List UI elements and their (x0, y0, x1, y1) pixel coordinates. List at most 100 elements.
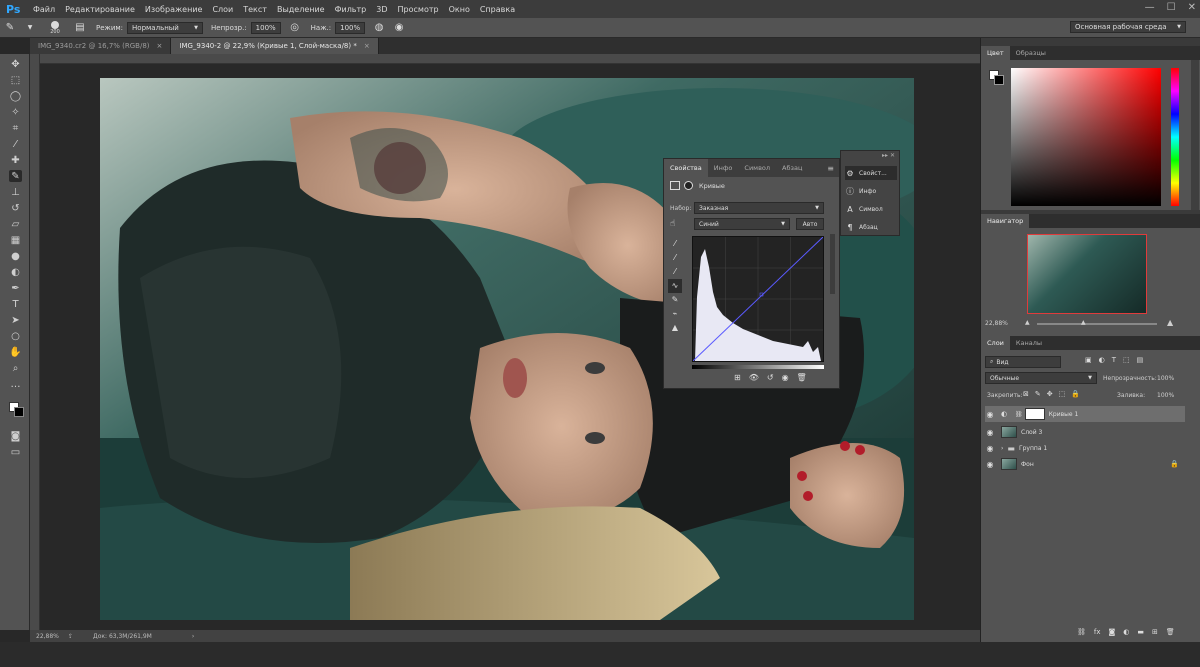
stamp-tool-icon[interactable]: ⊥ (9, 186, 22, 198)
visibility-eye-icon[interactable]: ◉ (985, 460, 995, 469)
color-scrollbar[interactable] (1191, 60, 1199, 210)
navigator-preview[interactable] (1027, 234, 1147, 314)
trash-icon[interactable]: 🗑 (1166, 628, 1175, 636)
tab-layers[interactable]: Слои (981, 336, 1010, 350)
clip-to-layer-icon[interactable]: ⊞ (734, 373, 741, 382)
auto-button[interactable]: Авто (796, 218, 824, 230)
adjustment-filter-icon[interactable]: ◐ (1099, 356, 1105, 364)
visibility-eye-icon[interactable]: ◉ (985, 444, 995, 453)
layer-mask-thumb[interactable] (1024, 408, 1045, 420)
fx-icon[interactable]: fx (1094, 628, 1101, 636)
brush-preset-picker[interactable]: 200 (44, 20, 66, 35)
chevron-down-icon[interactable]: ▼ (24, 22, 36, 34)
type-tool-icon[interactable]: T (9, 298, 22, 310)
bg-color[interactable] (994, 75, 1004, 85)
move-tool-icon[interactable]: ✥ (9, 58, 22, 70)
tab-properties[interactable]: Свойства (664, 159, 708, 177)
quick-mask-icon[interactable]: ◙ (9, 430, 22, 442)
status-menu-icon[interactable]: › (192, 633, 194, 640)
zoom-slider[interactable] (1037, 323, 1157, 325)
layer-row[interactable]: ◉ ◐ ⛓ Кривые 1 (985, 406, 1185, 422)
shape-filter-icon[interactable]: ⬚ (1123, 356, 1130, 364)
new-group-icon[interactable]: ▬ (1137, 628, 1144, 636)
menu-layers[interactable]: Слои (207, 5, 238, 14)
path-select-tool-icon[interactable]: ➤ (9, 314, 22, 326)
tab-swatches[interactable]: Образцы (1010, 46, 1052, 60)
blend-mode-select[interactable]: Обычные ▼ (985, 372, 1097, 384)
layer-opacity-value[interactable]: 100% (1157, 375, 1174, 382)
menu-window[interactable]: Окно (444, 5, 475, 14)
adjustment-layer-icon[interactable]: ◐ (1123, 628, 1129, 636)
lock-pixels-icon[interactable]: ⊠ (1023, 390, 1029, 398)
lock-paint-icon[interactable]: ✎ (1035, 390, 1041, 398)
lock-position-icon[interactable]: ✥ (1047, 390, 1053, 398)
quick-select-tool-icon[interactable]: ✧ (9, 106, 22, 118)
zoom-out-icon[interactable]: ▲ (1025, 319, 1030, 326)
brush-panel-icon[interactable]: ▤ (74, 22, 86, 34)
tab-paragraph[interactable]: Абзац (776, 159, 808, 177)
zoom-in-icon[interactable]: ▲ (1167, 318, 1173, 327)
visibility-eye-icon[interactable]: ◉ (985, 428, 995, 437)
menu-edit[interactable]: Редактирование (60, 5, 140, 14)
menu-view[interactable]: Просмотр (393, 5, 444, 14)
gray-point-eyedropper-icon[interactable]: ⁄ (668, 251, 682, 265)
doc-tab-1[interactable]: IMG_9340.cr2 @ 16,7% (RGB/8) × (30, 38, 172, 54)
menu-type[interactable]: Текст (238, 5, 272, 14)
delete-icon[interactable]: 🗑 (797, 373, 807, 382)
tab-navigator[interactable]: Навигатор (981, 214, 1030, 228)
mode-select[interactable]: Нормальный ▼ (127, 21, 204, 34)
pencil-tool-icon[interactable]: ✎ (668, 293, 682, 307)
screen-mode-icon[interactable]: ▭ (9, 446, 22, 458)
lock-artboard-icon[interactable]: ⬚ (1059, 390, 1066, 398)
clipping-warning-icon[interactable]: ▲ (668, 321, 682, 335)
curves-graph[interactable] (692, 236, 824, 362)
add-mask-icon[interactable]: ◙ (1109, 628, 1116, 636)
blur-tool-icon[interactable]: ● (9, 250, 22, 262)
zoom-slider-thumb[interactable]: ▲ (1081, 319, 1086, 326)
properties-scrollbar[interactable] (830, 234, 835, 294)
type-filter-icon[interactable]: T (1112, 356, 1116, 364)
view-previous-icon[interactable]: 👁 (749, 373, 759, 382)
smooth-icon[interactable]: ⌁ (668, 307, 682, 321)
menu-image[interactable]: Изображение (140, 5, 208, 14)
visibility-icon[interactable]: ◉ (782, 373, 789, 382)
menu-file[interactable]: Файл (28, 5, 60, 14)
crop-tool-icon[interactable]: ⌗ (9, 122, 22, 134)
zoom-tool-icon[interactable]: ⌕ (9, 362, 22, 374)
history-brush-tool-icon[interactable]: ↺ (9, 202, 22, 214)
airbrush-icon[interactable]: ◍ (373, 22, 385, 34)
layer-row[interactable]: ◉ › ▬ Группа 1 (985, 440, 1185, 456)
new-layer-icon[interactable]: ⊞ (1152, 628, 1158, 636)
doc-tab-2[interactable]: IMG_9340-2 @ 22,9% (Кривые 1, Слой-маска… (171, 38, 379, 54)
workspace-select[interactable]: Основная рабочая среда ▼ (1070, 21, 1186, 33)
lasso-tool-icon[interactable]: ◯ (9, 90, 22, 102)
tab-info[interactable]: Инфо (708, 159, 739, 177)
mask-icon[interactable] (684, 181, 693, 190)
layer-row[interactable]: ◉ Слой 3 (985, 424, 1185, 440)
mini-paragraph[interactable]: ¶ Абзац (845, 220, 897, 234)
link-layers-icon[interactable]: ⛓ (1077, 628, 1086, 636)
white-point-eyedropper-icon[interactable]: ⁄ (668, 265, 682, 279)
menu-help[interactable]: Справка (475, 5, 520, 14)
close-icon[interactable]: × (364, 42, 370, 50)
hue-slider[interactable] (1171, 68, 1179, 206)
navigator-zoom[interactable]: 22,88% (985, 320, 1008, 327)
visibility-eye-icon[interactable]: ◉ (985, 410, 995, 419)
dodge-tool-icon[interactable]: ◐ (9, 266, 22, 278)
hand-tool-icon[interactable]: ✋ (9, 346, 22, 358)
menu-select[interactable]: Выделение (272, 5, 330, 14)
tab-channels[interactable]: Каналы (1010, 336, 1048, 350)
pressure-size-icon[interactable]: ◉ (393, 22, 405, 34)
channel-select[interactable]: Синий ▼ (694, 218, 790, 230)
black-point-eyedropper-icon[interactable]: ⁄ (668, 237, 682, 251)
zoom-level[interactable]: 22,88% (36, 633, 64, 640)
layer-filter-select[interactable]: ⌕ Вид (985, 356, 1061, 368)
close-icon[interactable]: × (157, 42, 163, 50)
tab-color[interactable]: Цвет (981, 46, 1010, 60)
pen-tool-icon[interactable]: ✒ (9, 282, 22, 294)
target-adjust-icon[interactable]: ☝ (670, 219, 675, 229)
link-icon[interactable]: ⛓ (1015, 411, 1023, 418)
pixel-filter-icon[interactable]: ▣ (1085, 356, 1092, 364)
smart-object-filter-icon[interactable]: ▤ (1137, 356, 1144, 364)
marquee-tool-icon[interactable]: ⬚ (9, 74, 22, 86)
